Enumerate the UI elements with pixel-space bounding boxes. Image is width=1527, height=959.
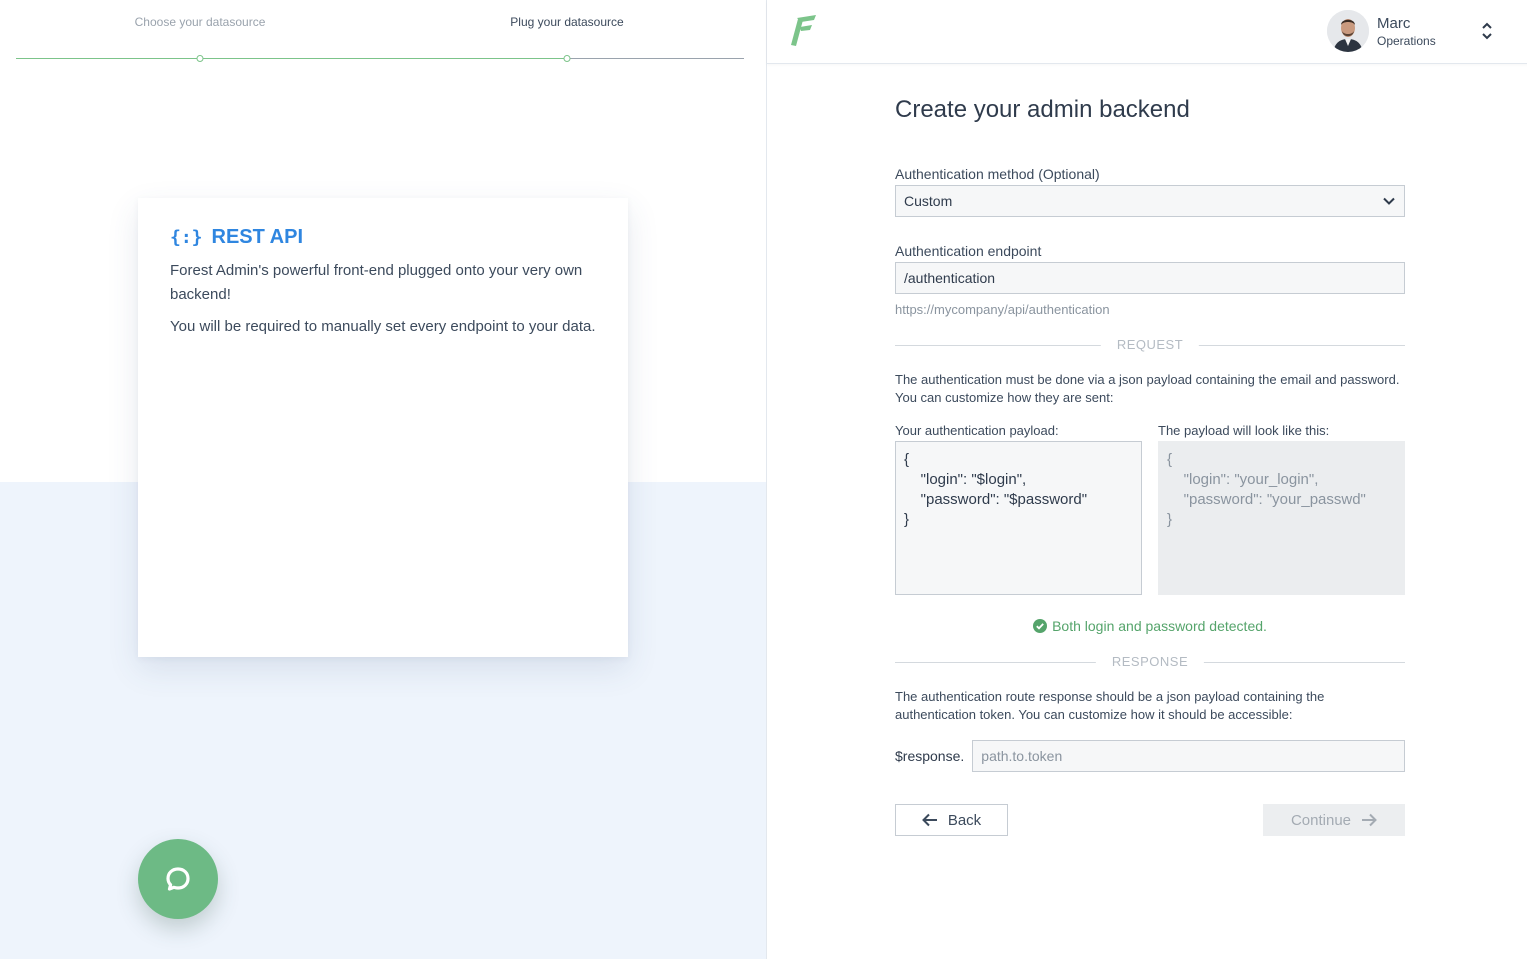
datasource-card: {:} REST API Forest Admin's powerful fro… [138, 198, 628, 657]
auth-endpoint-label: Authentication endpoint [895, 243, 1042, 259]
card-title: {:} REST API [170, 226, 596, 249]
response-path-row: $response. [895, 740, 1405, 772]
step-plug-datasource-dot [563, 55, 571, 62]
auth-method-value: Custom [904, 193, 953, 209]
step-choose-datasource-dot [196, 55, 204, 62]
payload-status: Both login and password detected. [895, 618, 1405, 634]
payload-row: Your authentication payload: { "login": … [895, 423, 1405, 600]
user-menu[interactable]: Marc Operations [1327, 10, 1436, 52]
chevron-up-down-icon[interactable] [1481, 20, 1493, 47]
arrow-left-icon [921, 813, 937, 827]
backend-form: Create your admin backend Authentication… [895, 96, 1405, 836]
avatar [1327, 10, 1369, 52]
stepper-progress-line [16, 58, 567, 59]
response-prefix: $response. [895, 748, 965, 764]
user-role: Operations [1377, 34, 1436, 48]
request-description: The authentication must be done via a js… [895, 372, 1400, 405]
card-title-text: REST API [211, 226, 304, 248]
page-title: Create your admin backend [895, 96, 1190, 123]
back-button[interactable]: Back [895, 804, 1008, 836]
chevron-down-icon [1383, 197, 1395, 205]
payload-preview: { "login": "your_login", "password": "yo… [1158, 441, 1405, 595]
form-actions: Back Continue [895, 804, 1405, 836]
auth-endpoint-full-url: https://mycompany/api/authentication [895, 302, 1110, 317]
stepper: Choose your datasource Plug your datasou… [16, 0, 744, 70]
check-circle-icon [1033, 619, 1048, 633]
response-divider: RESPONSE [895, 654, 1405, 670]
top-bar: Marc Operations [767, 0, 1527, 64]
auth-endpoint-input[interactable] [895, 262, 1405, 294]
card-description-2: You will be required to manually set eve… [170, 318, 596, 335]
chat-bubble-icon [166, 867, 190, 891]
response-description: The authentication route response should… [895, 689, 1325, 722]
user-name: Marc [1377, 15, 1411, 32]
forest-admin-logo[interactable] [789, 14, 819, 53]
success-message: Both login and password detected. [1052, 618, 1267, 634]
card-description-1: Forest Admin's powerful front-end plugge… [170, 262, 583, 303]
step-choose-datasource[interactable]: Choose your datasource [135, 15, 266, 29]
continue-button[interactable]: Continue [1263, 804, 1405, 836]
response-section-label: RESPONSE [1095, 654, 1205, 669]
left-pane: Choose your datasource Plug your datasou… [0, 0, 766, 959]
arrow-right-icon [1362, 813, 1377, 827]
auth-method-label: Authentication method (Optional) [895, 166, 1100, 182]
right-pane: Marc Operations Create your admin backen… [766, 0, 1527, 959]
payload-label: Your authentication payload: [895, 423, 1059, 438]
auth-method-select[interactable]: Custom [895, 185, 1405, 217]
response-path-input[interactable] [972, 740, 1405, 772]
continue-button-label: Continue [1290, 811, 1352, 829]
stepper-remaining-line [567, 58, 744, 59]
preview-label: The payload will look like this: [1158, 423, 1330, 438]
chat-button[interactable] [138, 839, 218, 919]
step-plug-datasource[interactable]: Plug your datasource [510, 15, 623, 29]
request-divider: REQUEST [895, 337, 1405, 353]
request-section-label: REQUEST [1100, 337, 1200, 352]
payload-textarea[interactable]: { "login": "$login", "password": "$passw… [895, 441, 1142, 595]
braces-icon: {:} [170, 227, 203, 248]
back-button-label: Back [947, 811, 982, 829]
